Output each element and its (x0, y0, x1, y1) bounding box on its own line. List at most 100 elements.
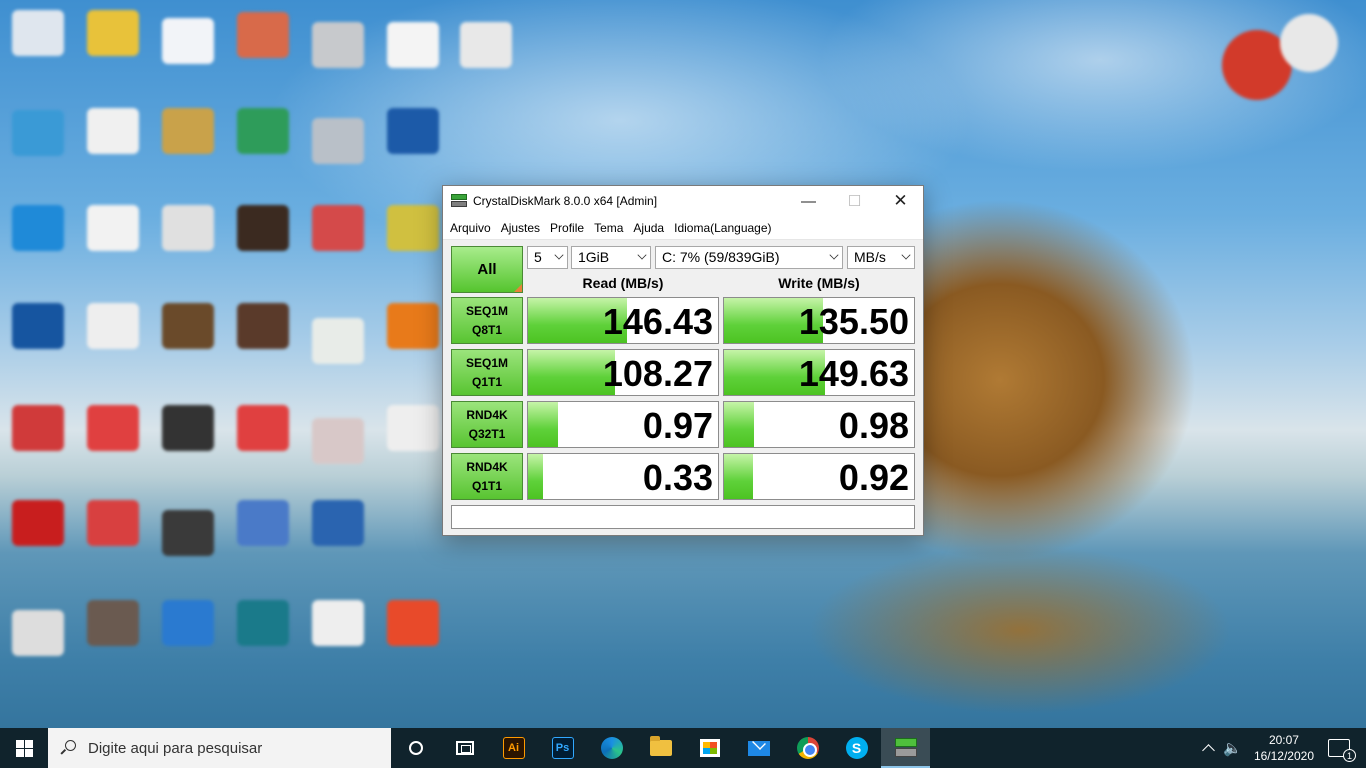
test-name: RND4K (466, 459, 508, 474)
show-hidden-icons-icon[interactable] (1202, 744, 1216, 757)
notification-center-icon[interactable]: 1 (1328, 739, 1356, 762)
test-button-seq1m-q1t1[interactable]: SEQ1M Q1T1 (451, 349, 523, 396)
desktop-icon[interactable] (87, 303, 139, 349)
desktop-icon[interactable] (12, 303, 64, 349)
desktop-icon[interactable] (387, 22, 439, 68)
desktop-icon[interactable] (87, 10, 139, 56)
desktop-icon[interactable] (87, 500, 139, 546)
desktop-icon[interactable] (237, 405, 289, 451)
desktop-icon[interactable] (312, 500, 364, 546)
desktop-icon[interactable] (87, 108, 139, 154)
desktop-icon[interactable] (387, 108, 439, 154)
test-size-select[interactable]: 1GiB (571, 246, 651, 269)
clock[interactable]: 20:07 16/12/2020 (1254, 732, 1314, 764)
desktop-icon[interactable] (312, 205, 364, 251)
test-params: Q1T1 (471, 478, 502, 493)
comment-field[interactable] (451, 505, 915, 529)
window-title: CrystalDiskMark 8.0.0 x64 [Admin] (473, 194, 658, 208)
start-button[interactable] (0, 728, 48, 768)
desktop-icon[interactable] (237, 600, 289, 646)
desktop-icon[interactable] (87, 405, 139, 451)
desktop-icon[interactable] (312, 600, 364, 646)
test-button-seq1m-q8t1[interactable]: SEQ1M Q8T1 (451, 297, 523, 344)
menu-ajuda[interactable]: Ajuda (628, 216, 669, 240)
chevron-down-icon (829, 250, 839, 260)
desktop-icon[interactable] (1280, 14, 1338, 72)
desktop-icon[interactable] (237, 205, 289, 251)
test-button-rnd4k-q32t1[interactable]: RND4K Q32T1 (451, 401, 523, 448)
unit-value: MB/s (854, 249, 886, 265)
desktop-icon[interactable] (12, 610, 64, 656)
title-bar[interactable]: CrystalDiskMark 8.0.0 x64 [Admin] — ☐ ✕ (443, 186, 923, 216)
desktop-icon[interactable] (162, 510, 214, 556)
test-size-value: 1GiB (578, 249, 610, 265)
read-result: 0.97 (527, 401, 719, 448)
desktop-icon[interactable] (237, 303, 289, 349)
menu-idioma[interactable]: Idioma(Language) (669, 216, 776, 240)
desktop-icon[interactable] (12, 110, 64, 156)
desktop-icon[interactable] (87, 600, 139, 646)
desktop-icon[interactable] (312, 418, 364, 464)
desktop-icon[interactable] (312, 22, 364, 68)
test-count-value: 5 (534, 249, 542, 265)
test-name: SEQ1M (465, 355, 508, 370)
edge-taskbar-button[interactable] (587, 728, 636, 768)
menu-ajustes[interactable]: Ajustes (496, 216, 545, 240)
task-view-button[interactable] (440, 728, 489, 768)
desktop-icon[interactable] (312, 118, 364, 164)
desktop-icon[interactable] (387, 303, 439, 349)
chevron-down-icon (637, 250, 647, 260)
desktop-icon[interactable] (12, 500, 64, 546)
test-count-select[interactable]: 5 (527, 246, 568, 269)
search-box[interactable]: Digite aqui para pesquisar (48, 728, 391, 768)
crystaldiskmark-taskbar-button[interactable] (881, 728, 930, 768)
desktop-icon[interactable] (12, 205, 64, 251)
store-icon (699, 739, 720, 757)
desktop-icon[interactable] (237, 12, 289, 58)
illustrator-taskbar-button[interactable]: Ai (489, 728, 538, 768)
chevron-down-icon (554, 250, 564, 260)
desktop-icon[interactable] (237, 500, 289, 546)
cortana-icon (408, 741, 423, 755)
desktop-icon[interactable] (387, 205, 439, 251)
desktop-icon[interactable] (312, 318, 364, 364)
file-explorer-taskbar-button[interactable] (636, 728, 685, 768)
desktop-icon[interactable] (460, 22, 512, 68)
cortana-button[interactable] (391, 728, 440, 768)
test-params: Q8T1 (471, 322, 502, 337)
desktop-icon[interactable] (237, 108, 289, 154)
desktop-icon[interactable] (12, 405, 64, 451)
volume-icon[interactable]: 🔈 (1223, 739, 1242, 757)
illustrator-icon: Ai (502, 737, 525, 759)
desktop-icon[interactable] (162, 303, 214, 349)
chrome-taskbar-button[interactable] (783, 728, 832, 768)
maximize-button[interactable]: ☐ (832, 186, 877, 216)
menu-arquivo[interactable]: Arquivo (445, 216, 496, 240)
skype-taskbar-button[interactable]: S (832, 728, 881, 768)
menu-tema[interactable]: Tema (589, 216, 628, 240)
desktop-icon[interactable] (162, 405, 214, 451)
desktop-icon[interactable] (162, 18, 214, 64)
test-button-rnd4k-q1t1[interactable]: RND4K Q1T1 (451, 453, 523, 500)
read-bar (528, 402, 559, 447)
unit-select[interactable]: MB/s (847, 246, 915, 269)
write-value: 135.50 (798, 301, 909, 342)
photoshop-taskbar-button[interactable]: Ps (538, 728, 587, 768)
minimize-button[interactable]: — (786, 186, 831, 216)
run-all-button[interactable]: All (451, 246, 523, 293)
menu-profile[interactable]: Profile (545, 216, 589, 240)
drive-value: C: 7% (59/839GiB) (662, 249, 780, 265)
write-result: 149.63 (723, 349, 915, 396)
store-taskbar-button[interactable] (685, 728, 734, 768)
desktop-icon[interactable] (162, 108, 214, 154)
read-result: 108.27 (527, 349, 719, 396)
desktop-icon[interactable] (12, 10, 64, 56)
close-button[interactable]: ✕ (878, 186, 923, 216)
mail-taskbar-button[interactable] (734, 728, 783, 768)
desktop-icon[interactable] (87, 205, 139, 251)
desktop-icon[interactable] (162, 205, 214, 251)
drive-select[interactable]: C: 7% (59/839GiB) (655, 246, 843, 269)
desktop-icon[interactable] (387, 600, 439, 646)
desktop-icon[interactable] (387, 405, 439, 451)
desktop-icon[interactable] (162, 600, 214, 646)
